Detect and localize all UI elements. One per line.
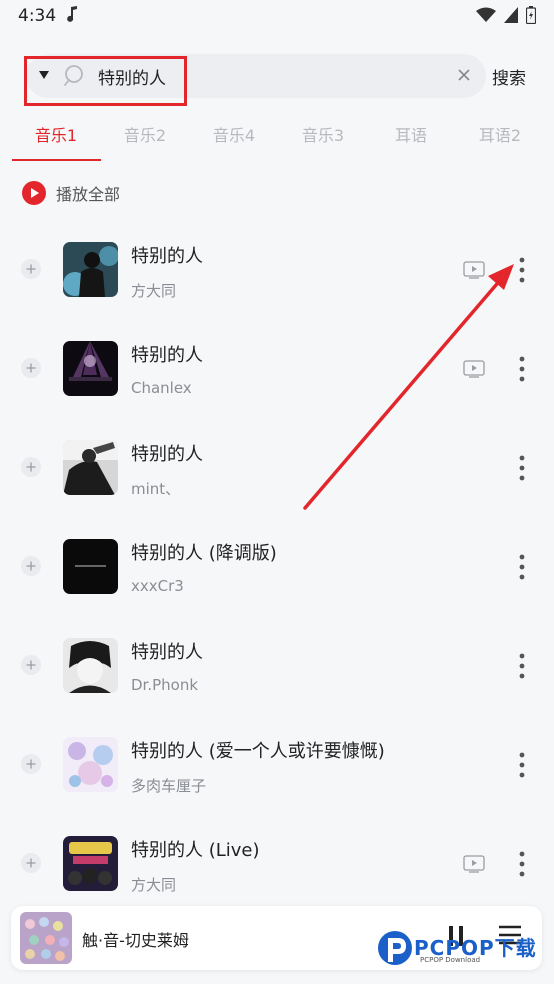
tab-music1[interactable]: 音乐1 bbox=[12, 122, 100, 146]
play-circle-icon bbox=[22, 181, 46, 205]
song-title: 特别的人 bbox=[131, 345, 203, 366]
album-cover bbox=[63, 737, 118, 792]
more-options-icon[interactable] bbox=[515, 454, 529, 482]
more-options-icon[interactable] bbox=[515, 256, 529, 284]
watermark-subtext: PCPOP Download bbox=[420, 956, 481, 964]
song-row[interactable]: 特别的人 方大同 bbox=[0, 242, 554, 341]
add-icon[interactable] bbox=[21, 853, 41, 873]
search-button[interactable]: 搜索 bbox=[492, 64, 526, 89]
tab-bar: 音乐1 音乐2 音乐4 音乐3 耳语 耳语2 bbox=[0, 112, 554, 162]
video-icon[interactable] bbox=[463, 855, 485, 873]
status-bar: 4:34 bbox=[0, 0, 554, 32]
video-icon[interactable] bbox=[463, 261, 485, 279]
song-artist: 多肉车厘子 bbox=[131, 777, 207, 795]
tab-music3[interactable]: 音乐3 bbox=[279, 122, 367, 146]
song-title: 特别的人 bbox=[131, 246, 203, 267]
wifi-icon bbox=[476, 7, 496, 22]
watermark-logo: PCPOP下载 PCPOP Download bbox=[376, 928, 548, 972]
song-title: 特别的人 bbox=[131, 642, 203, 663]
album-cover bbox=[63, 242, 118, 297]
signal-icon bbox=[504, 7, 518, 23]
album-cover bbox=[63, 836, 118, 891]
add-icon[interactable] bbox=[21, 655, 41, 675]
add-icon[interactable] bbox=[21, 259, 41, 279]
song-title: 特别的人 (Live) bbox=[131, 840, 260, 861]
tab-music2[interactable]: 音乐2 bbox=[101, 122, 189, 146]
search-highlight-box bbox=[24, 56, 187, 106]
song-title: 特别的人 (爱一个人或许要慷慨) bbox=[131, 741, 385, 762]
status-icons bbox=[476, 6, 536, 24]
tab-music4[interactable]: 音乐4 bbox=[190, 122, 278, 146]
album-cover bbox=[63, 440, 118, 495]
tab-whisper2[interactable]: 耳语2 bbox=[456, 122, 544, 146]
battery-icon bbox=[526, 6, 536, 24]
clear-icon[interactable] bbox=[457, 68, 471, 82]
song-artist: 方大同 bbox=[131, 876, 177, 894]
add-icon[interactable] bbox=[21, 556, 41, 576]
mini-player-title: 触·音-切史莱姆 bbox=[82, 931, 189, 950]
song-title: 特别的人 bbox=[131, 444, 203, 465]
add-icon[interactable] bbox=[21, 457, 41, 477]
more-options-icon[interactable] bbox=[515, 355, 529, 383]
song-row[interactable]: 特别的人 Dr.Phonk bbox=[0, 638, 554, 737]
add-icon[interactable] bbox=[21, 754, 41, 774]
song-artist: xxxCr3 bbox=[131, 577, 184, 595]
song-artist: mint、 bbox=[131, 480, 181, 498]
play-all-label: 播放全部 bbox=[56, 185, 121, 204]
song-row[interactable]: 特别的人 (降调版) xxxCr3 bbox=[0, 539, 554, 638]
more-options-icon[interactable] bbox=[515, 850, 529, 878]
more-options-icon[interactable] bbox=[515, 652, 529, 680]
tab-whisper[interactable]: 耳语 bbox=[367, 122, 455, 146]
search-bar: 特别的人 搜索 bbox=[0, 50, 554, 106]
status-time: 4:34 bbox=[18, 6, 57, 26]
song-artist: Chanlex bbox=[131, 379, 192, 397]
album-cover bbox=[63, 638, 118, 693]
mini-player-cover bbox=[20, 912, 72, 964]
song-artist: 方大同 bbox=[131, 282, 177, 300]
active-tab-indicator bbox=[12, 159, 101, 161]
more-options-icon[interactable] bbox=[515, 751, 529, 779]
song-artist: Dr.Phonk bbox=[131, 676, 199, 694]
song-row[interactable]: 特别的人 Chanlex bbox=[0, 341, 554, 440]
play-all-button[interactable]: 播放全部 bbox=[22, 180, 120, 206]
video-icon[interactable] bbox=[463, 360, 485, 378]
more-options-icon[interactable] bbox=[515, 553, 529, 581]
song-row[interactable]: 特别的人 mint、 bbox=[0, 440, 554, 539]
album-cover bbox=[63, 539, 118, 594]
music-note-icon bbox=[67, 6, 77, 22]
add-icon[interactable] bbox=[21, 358, 41, 378]
watermark-icon bbox=[378, 931, 412, 965]
song-row[interactable]: 特别的人 (爱一个人或许要慷慨) 多肉车厘子 bbox=[0, 737, 554, 836]
song-title: 特别的人 (降调版) bbox=[131, 543, 277, 564]
album-cover bbox=[63, 341, 118, 396]
